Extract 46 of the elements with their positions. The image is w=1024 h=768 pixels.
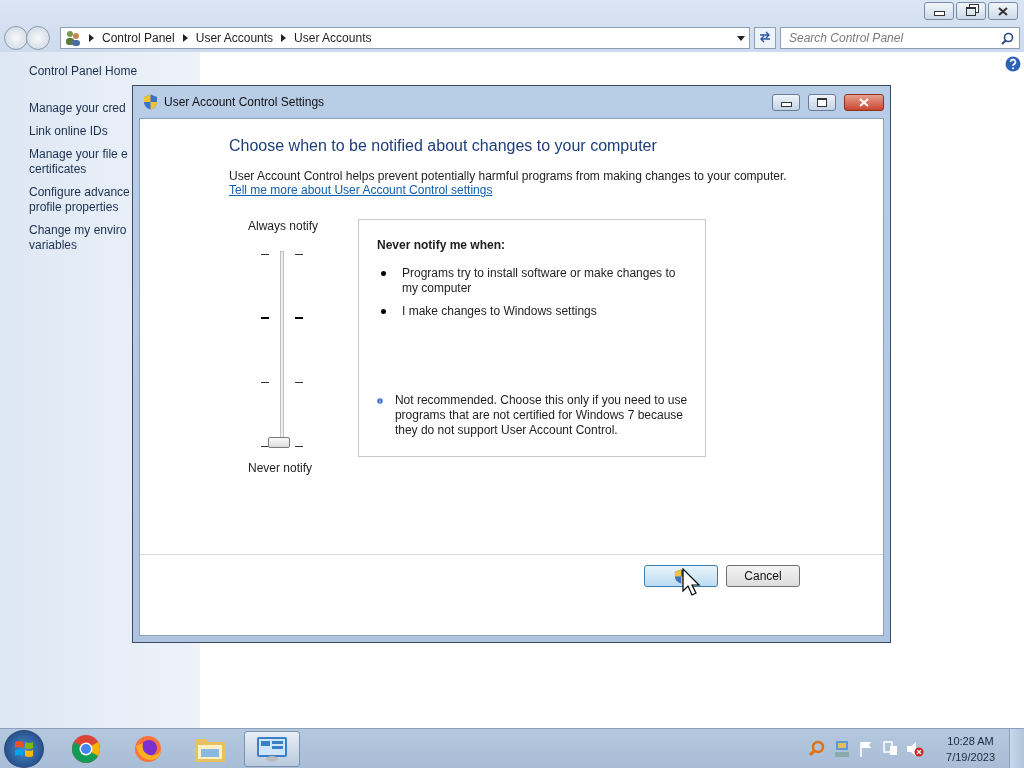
breadcrumb-arrow-icon: [281, 34, 287, 42]
breadcrumb[interactable]: User Accounts: [195, 31, 274, 45]
help-link[interactable]: Tell me more about User Account Control settings: [229, 183, 493, 197]
slider-label: Always notify: [248, 219, 319, 233]
forward-button[interactable]: [26, 26, 50, 50]
mouse-cursor-icon: [682, 568, 702, 598]
bullet-text: Programs try to install software or make changes to my computer: [402, 266, 677, 296]
close-button[interactable]: [988, 2, 1018, 20]
refresh-icon: [759, 30, 771, 43]
breadcrumb[interactable]: Control Panel: [102, 31, 175, 45]
minimize-button[interactable]: [924, 2, 954, 20]
sidebar-link[interactable]: Control Panel Home: [29, 64, 200, 79]
minimize-button[interactable]: [772, 93, 800, 111]
dialog-heading: Choose when to be notified about changes to your computer: [229, 137, 658, 155]
info-title: Never notify me when:: [377, 238, 507, 252]
note-text: Not recommended. Choose this only if you need to use programs that are not certified for Windows 7 because they do not support User Account Control.: [394, 393, 689, 438]
breadcrumb[interactable]: User Accounts: [294, 31, 372, 45]
bullet-dot: [381, 309, 386, 314]
description-text: User Account Control helps prevent potentially harmful programs from making changes to your computer.: [229, 169, 788, 183]
maximize-button[interactable]: [808, 93, 836, 111]
back-button[interactable]: [4, 26, 28, 50]
users-icon: [65, 30, 81, 46]
cancel-button[interactable]: Cancel: [726, 565, 800, 587]
dropdown-arrow-icon[interactable]: [737, 35, 745, 41]
restore-button[interactable]: [956, 2, 986, 20]
clock-time: 10:28 AM: [947, 733, 994, 749]
close-button[interactable]: [844, 93, 884, 111]
search-icon: [1001, 32, 1014, 45]
breadcrumb-arrow-icon: [182, 34, 188, 42]
close-icon: [998, 6, 1008, 16]
search-field[interactable]: Search Control Panel: [780, 27, 1020, 49]
close-icon: [859, 97, 869, 107]
shield-icon: [143, 94, 158, 110]
help-icon[interactable]: [1005, 56, 1021, 72]
clock[interactable]: 10:28 AM 7/19/2023: [946, 732, 995, 765]
refresh-button[interactable]: [754, 27, 776, 49]
clock-date: 7/19/2023: [946, 749, 995, 765]
slider-label: Never notify: [248, 461, 313, 475]
bullet-text: I make changes to Windows settings: [402, 304, 597, 319]
dialog-title: User Account Control Settings: [164, 95, 325, 109]
start-button[interactable]: [4, 729, 44, 768]
control-panel-icon[interactable]: [244, 730, 300, 767]
speaker-muted-icon[interactable]: [906, 739, 925, 758]
breadcrumb-arrow-icon: [89, 34, 94, 42]
bullet-dot: [381, 271, 386, 276]
slider-thumb[interactable]: [268, 437, 290, 448]
